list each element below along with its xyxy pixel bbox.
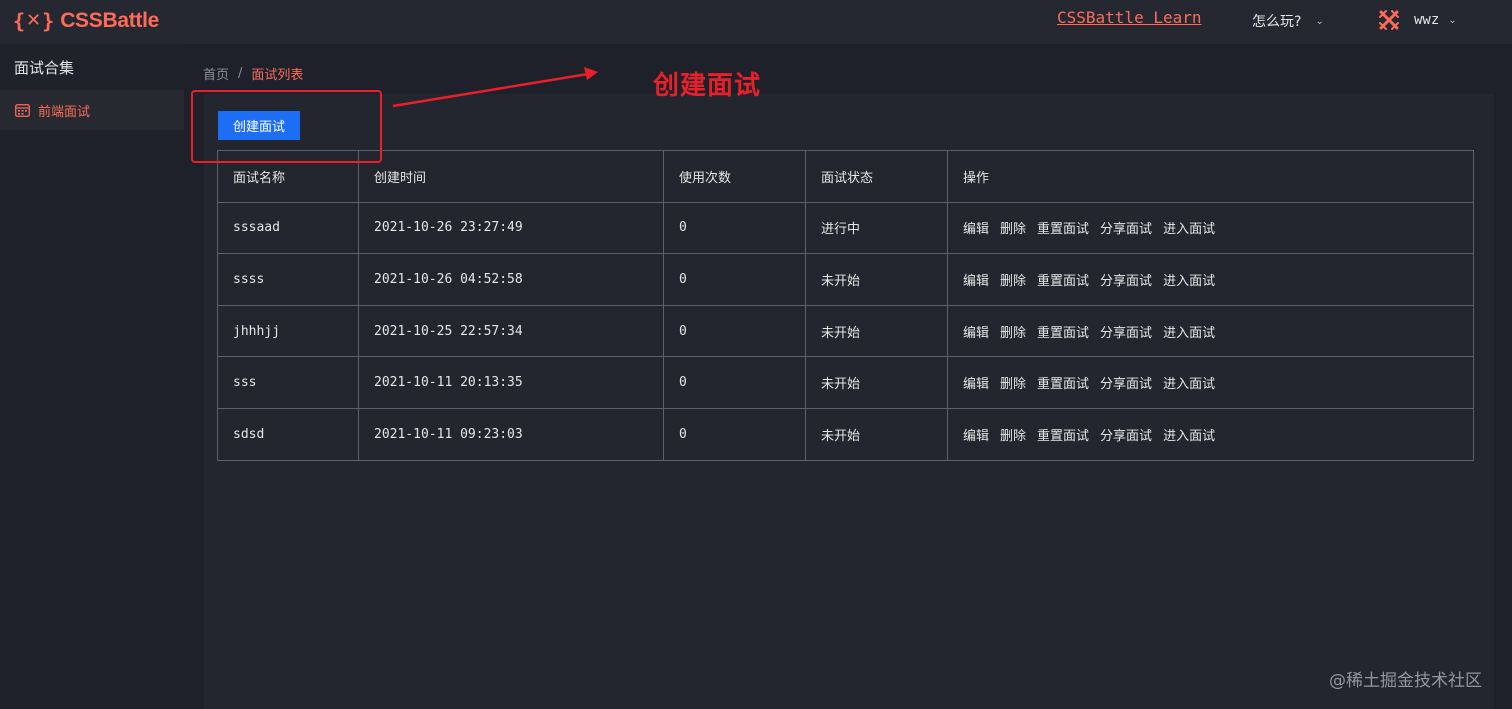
logo-left-brace: { — [13, 9, 26, 33]
delete-link[interactable]: 删除 — [1000, 274, 1026, 289]
cell-name: sdsd — [217, 407, 359, 461]
delete-link[interactable]: 删除 — [1000, 377, 1026, 392]
table-row: sss 2021-10-11 20:13:35 0 未开始 编辑 删除 重置面试 分享面试 进入… — [217, 356, 1474, 409]
cell-actions: 编辑 删除 重置面试 分享面试 进入面试 — [947, 253, 1474, 306]
column-header-actions: 操作 — [947, 150, 1474, 203]
cell-name: jhhhjj — [217, 304, 359, 358]
logo-text: CSSBattle — [60, 9, 160, 32]
cell-status: 未开始 — [805, 253, 948, 306]
reset-interview-link[interactable]: 重置面试 — [1037, 326, 1089, 341]
annotation-label: 创建面试 — [653, 71, 762, 101]
interview-table: 面试名称 创建时间 使用次数 面试状态 操作 sssaad 2021-10-26 … — [217, 150, 1474, 461]
cell-uses: 0 — [663, 253, 806, 306]
delete-link[interactable]: 删除 — [1000, 429, 1026, 444]
edit-link[interactable]: 编辑 — [963, 377, 989, 392]
watermark: @稀土掘金技术社区 — [1329, 671, 1482, 691]
edit-link[interactable]: 编辑 — [963, 429, 989, 444]
calendar-icon — [15, 103, 30, 117]
enter-interview-link[interactable]: 进入面试 — [1163, 377, 1215, 392]
cell-created: 2021-10-11 20:13:35 — [358, 356, 664, 409]
reset-interview-link[interactable]: 重置面试 — [1037, 377, 1089, 392]
cell-actions: 编辑 删除 重置面试 分享面试 进入面试 — [947, 356, 1474, 409]
cell-uses: 0 — [663, 356, 806, 409]
breadcrumb-separator: / — [238, 66, 243, 81]
share-interview-link[interactable]: 分享面试 — [1100, 222, 1152, 237]
cell-uses: 0 — [663, 407, 806, 461]
cell-created: 2021-10-26 23:27:49 — [358, 201, 664, 255]
logo-right-brace: } — [42, 9, 55, 33]
breadcrumb-current: 面试列表 — [251, 68, 304, 83]
cell-status: 未开始 — [805, 304, 948, 358]
table-row: sdsd 2021-10-11 09:23:03 0 未开始 编辑 删除 重置面试 分享面试进… — [217, 407, 1474, 461]
cell-uses: 0 — [663, 304, 806, 358]
chevron-down-icon: ⌄ — [1315, 15, 1324, 27]
sidebar-item-label: 前端面试 — [38, 104, 91, 120]
column-header-created: 创建时间 — [358, 150, 664, 203]
cell-created: 2021-10-25 22:57:34 — [358, 304, 664, 358]
share-interview-link[interactable]: 分享面试 — [1100, 377, 1152, 392]
chevron-down-icon: ⌄ — [1448, 14, 1457, 26]
cell-status: 未开始 — [805, 407, 948, 461]
logo-x-icon: ✕ — [26, 10, 42, 31]
cssbattle-logo[interactable]: { ✕ } CSSBattle — [13, 8, 159, 34]
edit-link[interactable]: 编辑 — [963, 274, 989, 289]
edit-link[interactable]: 编辑 — [963, 222, 989, 237]
cell-name: sss — [217, 356, 359, 409]
table-row: ssss 2021-10-26 04:52:58 0 未开始 编辑 删除 重置面试 分享面试进… — [217, 253, 1474, 306]
cssbattle-learn-link[interactable]: CSSBattle Learn — [1057, 8, 1202, 27]
table-header-row: 面试名称 创建时间 使用次数 面试状态 操作 — [217, 150, 1474, 203]
user-avatar-icon — [1379, 10, 1399, 30]
how-to-play-menu[interactable]: 怎么玩? ⌄ — [1252, 11, 1324, 31]
enter-interview-link[interactable]: 进入面试 — [1163, 429, 1215, 444]
share-interview-link[interactable]: 分享面试 — [1100, 429, 1152, 444]
cell-actions: 编辑 删除 重置面试 分享面试 进入面试 — [947, 407, 1474, 461]
table-row: jhhhjj 2021-10-25 22:57:34 0 未开始 编辑 删除 重置面试 分享面… — [217, 304, 1474, 358]
annotation-highlight-box — [191, 90, 382, 163]
share-interview-link[interactable]: 分享面试 — [1100, 274, 1152, 289]
cell-actions: 编辑 删除 重置面试 分享面试 进入面试 — [947, 201, 1474, 255]
cell-created: 2021-10-11 09:23:03 — [358, 407, 664, 461]
column-header-status: 面试状态 — [805, 150, 948, 203]
reset-interview-link[interactable]: 重置面试 — [1037, 429, 1089, 444]
top-header: { ✕ } CSSBattle CSSBattle Learn 怎么玩? ⌄ w… — [0, 0, 1512, 44]
delete-link[interactable]: 删除 — [1000, 326, 1026, 341]
enter-interview-link[interactable]: 进入面试 — [1163, 326, 1215, 341]
how-to-play-label: 怎么玩? — [1252, 14, 1302, 30]
reset-interview-link[interactable]: 重置面试 — [1037, 274, 1089, 289]
sidebar-title: 面试合集 — [14, 59, 75, 77]
cell-actions: 编辑 删除 重置面试 分享面试 进入面试 — [947, 304, 1474, 358]
table-row: sssaad 2021-10-26 23:27:49 0 进行中 编辑 删除 重置面试 分享面… — [217, 201, 1474, 255]
cell-status: 未开始 — [805, 356, 948, 409]
sidebar-item-frontend-interview[interactable]: 前端面试 — [0, 90, 184, 130]
column-header-uses: 使用次数 — [663, 150, 806, 203]
cell-status: 进行中 — [805, 201, 948, 255]
sidebar: 面试合集 前端面试 — [0, 44, 184, 709]
enter-interview-link[interactable]: 进入面试 — [1163, 222, 1215, 237]
breadcrumb: 首页 / 面试列表 — [203, 64, 303, 83]
share-interview-link[interactable]: 分享面试 — [1100, 326, 1152, 341]
enter-interview-link[interactable]: 进入面试 — [1163, 274, 1215, 289]
user-name: wwz — [1414, 12, 1440, 28]
edit-link[interactable]: 编辑 — [963, 326, 989, 341]
cell-name: sssaad — [217, 201, 359, 255]
cell-name: ssss — [217, 253, 359, 306]
delete-link[interactable]: 删除 — [1000, 222, 1026, 237]
reset-interview-link[interactable]: 重置面试 — [1037, 222, 1089, 237]
cell-uses: 0 — [663, 201, 806, 255]
cell-created: 2021-10-26 04:52:58 — [358, 253, 664, 306]
breadcrumb-home[interactable]: 首页 — [203, 64, 229, 83]
user-menu[interactable]: wwz ⌄ — [1378, 9, 1457, 31]
